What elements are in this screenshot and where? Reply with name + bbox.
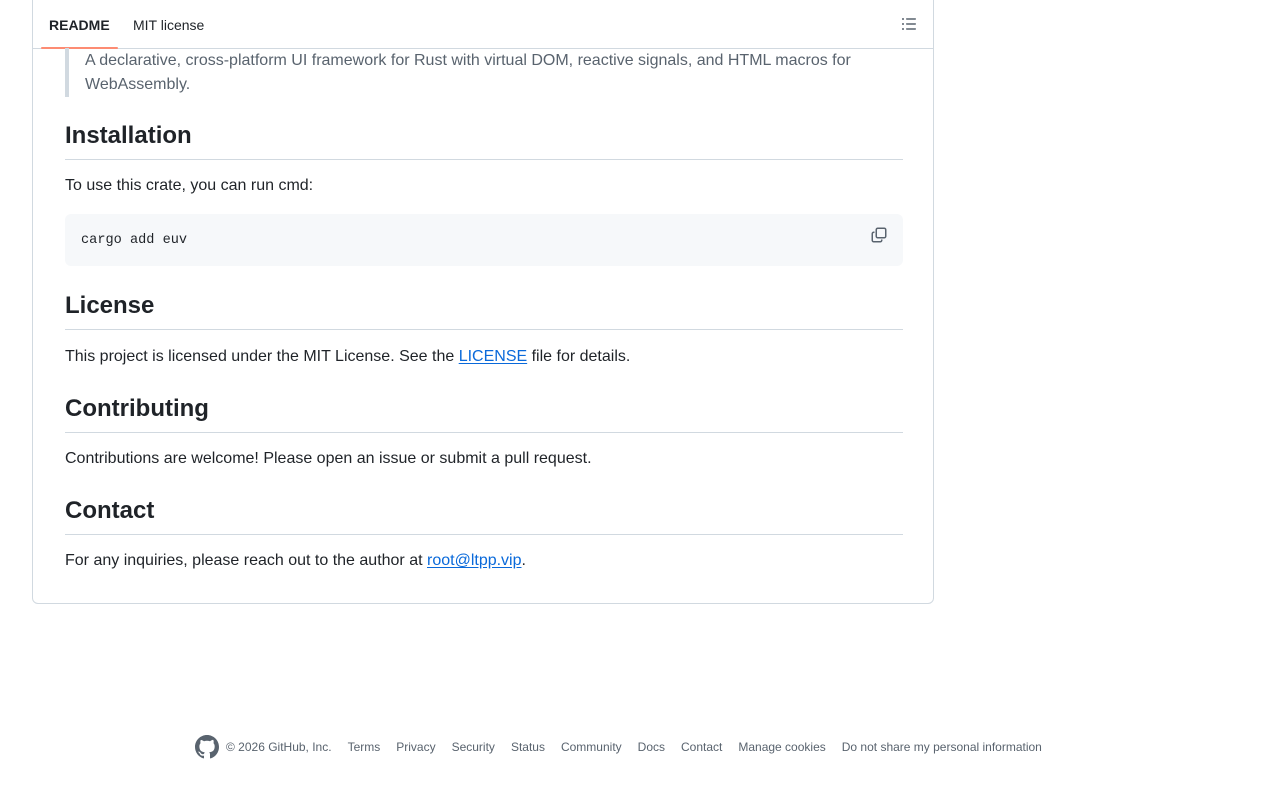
copy-icon bbox=[871, 227, 887, 243]
readme-tab-bar: README MIT license bbox=[33, 0, 933, 49]
tab-readme[interactable]: README bbox=[41, 0, 118, 49]
tab-mit-license[interactable]: MIT license bbox=[125, 0, 212, 48]
license-text-after: file for details. bbox=[527, 348, 631, 365]
contact-email-link[interactable]: root@ltpp.vip bbox=[427, 552, 522, 569]
readme-panel: README MIT license A declarative, cross-… bbox=[32, 0, 934, 604]
contact-text-before: For any inquiries, please reach out to t… bbox=[65, 552, 427, 569]
description-blockquote: A declarative, cross-platform UI framewo… bbox=[65, 48, 903, 97]
heading-license: License bbox=[65, 291, 903, 330]
footer-link-do-not-share[interactable]: Do not share my personal information bbox=[842, 740, 1042, 754]
heading-contributing: Contributing bbox=[65, 394, 903, 433]
footer-link-community[interactable]: Community bbox=[561, 740, 622, 754]
installation-intro: To use this crate, you can run cmd: bbox=[65, 177, 314, 194]
footer-link-privacy[interactable]: Privacy bbox=[396, 740, 435, 754]
footer-link-docs[interactable]: Docs bbox=[638, 740, 665, 754]
license-text-before: This project is licensed under the MIT L… bbox=[65, 348, 459, 365]
license-text: This project is licensed under the MIT L… bbox=[65, 345, 630, 369]
site-footer: © 2026 GitHub, Inc. Terms Privacy Securi… bbox=[195, 734, 1042, 760]
heading-installation: Installation bbox=[65, 121, 903, 160]
footer-link-security[interactable]: Security bbox=[452, 740, 495, 754]
footer-link-contact[interactable]: Contact bbox=[681, 740, 722, 754]
footer-link-status[interactable]: Status bbox=[511, 740, 545, 754]
footer-link-manage-cookies[interactable]: Manage cookies bbox=[738, 740, 825, 754]
footer-copyright: © 2026 GitHub, Inc. bbox=[226, 740, 332, 754]
license-link[interactable]: LICENSE bbox=[459, 348, 527, 365]
copy-button[interactable] bbox=[871, 227, 889, 245]
outline-button[interactable] bbox=[895, 10, 923, 38]
list-unordered-icon bbox=[902, 18, 916, 30]
footer-link-terms[interactable]: Terms bbox=[348, 740, 381, 754]
contact-text: For any inquiries, please reach out to t… bbox=[65, 549, 526, 573]
heading-contact: Contact bbox=[65, 496, 903, 535]
contributing-text: Contributions are welcome! Please open a… bbox=[65, 450, 592, 467]
contact-text-after: . bbox=[521, 552, 526, 569]
github-mark-icon[interactable] bbox=[195, 735, 219, 759]
code-block: cargo add euv bbox=[65, 214, 903, 266]
code-text: cargo add euv bbox=[81, 233, 188, 248]
